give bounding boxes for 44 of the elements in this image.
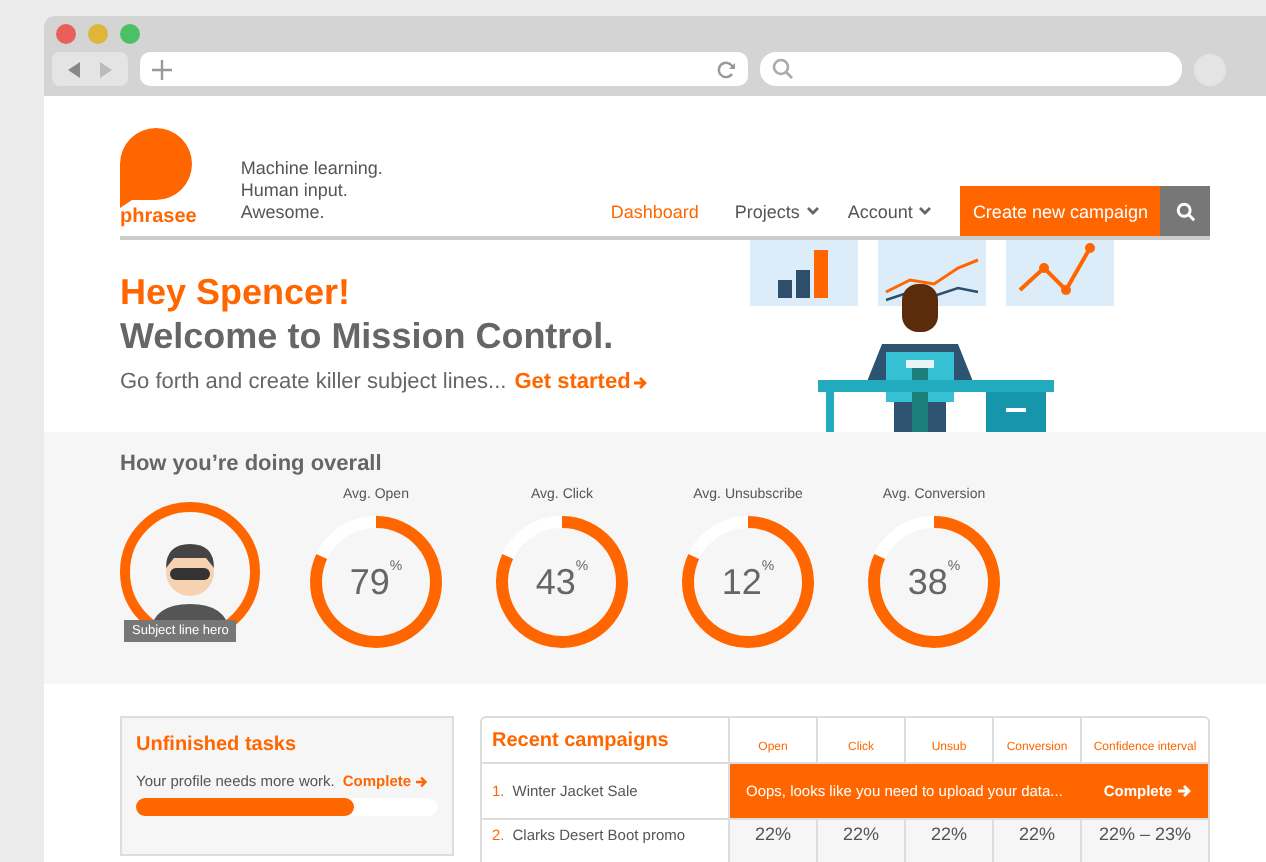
get-started-link[interactable]: Get started (514, 370, 649, 394)
metric-value: 38 (907, 561, 948, 603)
tagline-text: Human input. (240, 180, 350, 202)
create-campaign-button[interactable]: Create new campaign (960, 186, 1160, 236)
table-cell: 22% (818, 820, 906, 862)
back-forward-buttons[interactable] (52, 52, 128, 86)
arrow-right-icon (415, 775, 428, 787)
hero-subtitle: Go forth and create killer subject lines... (120, 370, 507, 394)
address-field[interactable] (140, 52, 748, 86)
greeting: Hey Spencer! (120, 272, 353, 314)
welcome-title: Welcome to Mission Control. (120, 314, 616, 358)
metric-value: 79 (349, 561, 390, 603)
arrow-right-icon (1178, 784, 1192, 798)
chevron-down-icon (805, 206, 820, 216)
card-title: Recent campaigns (492, 729, 669, 751)
plus-icon (152, 59, 172, 79)
chevron-down-icon (918, 206, 933, 216)
search-icon (772, 58, 794, 80)
table-cell: 22% (730, 820, 818, 862)
metric-value: 12 (721, 561, 762, 603)
nav-link[interactable]: Dashboard (610, 201, 699, 221)
speech-bubble-logo-icon (120, 128, 192, 208)
tagline-text: Machine learning. (240, 158, 383, 180)
nav-link[interactable]: Projects (734, 201, 820, 221)
table-cell: 22% – 23% (1082, 820, 1208, 862)
brand-name: phrasee (120, 206, 197, 228)
minimize-window-icon[interactable] (88, 24, 108, 44)
table-cell: 22% (994, 820, 1082, 862)
metric-value: 43 (535, 561, 576, 603)
tagline-text: Awesome. (240, 202, 327, 224)
back-icon[interactable] (64, 59, 84, 79)
card-title: Unfinished tasks (136, 734, 299, 756)
search-field[interactable] (760, 52, 1182, 86)
forward-icon[interactable] (96, 59, 116, 79)
maximize-window-icon[interactable] (120, 24, 140, 44)
close-window-icon[interactable] (56, 24, 76, 44)
reload-icon[interactable] (716, 59, 736, 79)
table-cell: 22% (906, 820, 994, 862)
logo[interactable]: phrasee (120, 128, 197, 228)
search-icon (1175, 201, 1195, 221)
nav-link[interactable]: Account (847, 201, 933, 221)
arrow-right-icon (634, 375, 649, 389)
section-title: How you’re doing overall (120, 452, 384, 476)
search-button[interactable] (1160, 186, 1210, 236)
